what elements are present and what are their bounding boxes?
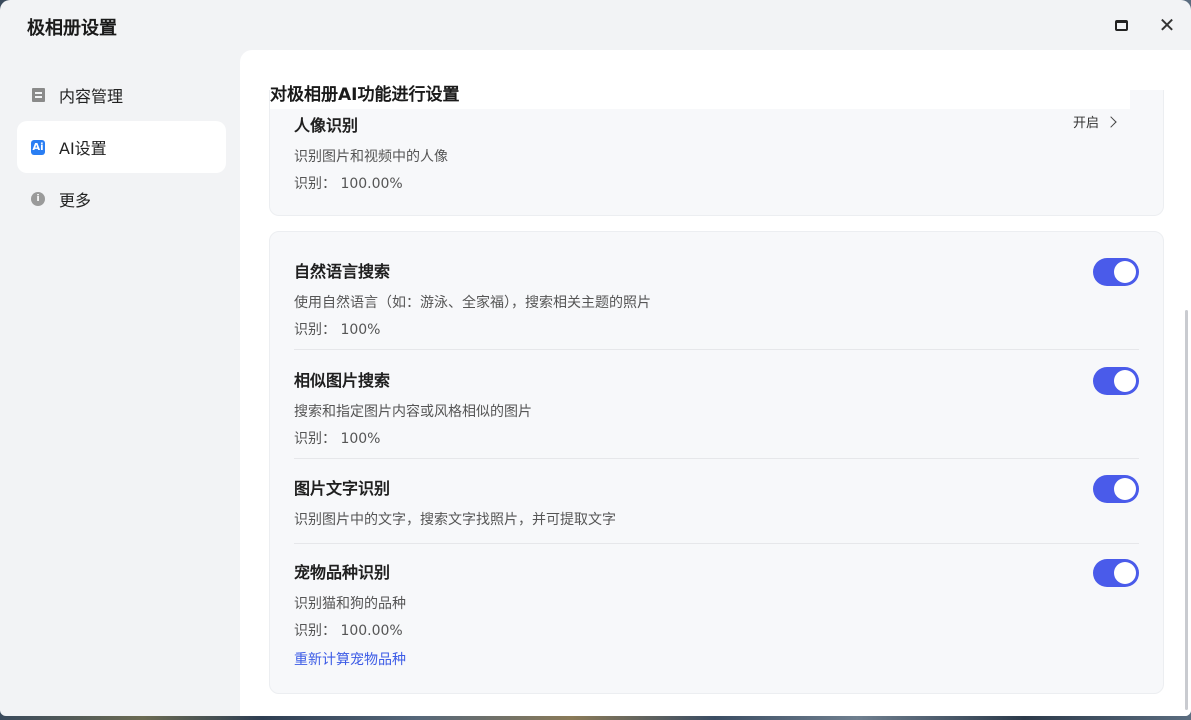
row-desc: 识别图片和视频中的人像 — [294, 149, 448, 165]
feature-row-similar-image: 相似图片搜索 搜索和指定图片内容或风格相似的图片 识别： 100% — [294, 367, 1139, 448]
divider — [294, 349, 1139, 350]
row-desc: 识别猫和狗的品种 — [294, 596, 406, 612]
title-bar: 极相册设置 ✕ — [0, 0, 1191, 50]
open-label: 开启 — [1072, 116, 1099, 131]
feature-row-natural-language: 自然语言搜索 使用自然语言（如：游泳、全家福），搜索相关主题的照片 识别： 10… — [294, 258, 1139, 339]
ai-icon: Ai — [31, 139, 45, 155]
close-icon: ✕ — [1158, 13, 1176, 37]
main-panel: 人像识别 识别图片和视频中的人像 识别： 100.00% 开启 对极相册AI功能… — [240, 50, 1191, 716]
features-card: 自然语言搜索 使用自然语言（如：游泳、全家福），搜索相关主题的照片 识别： 10… — [269, 231, 1164, 694]
settings-window: 极相册设置 ✕ 内容管理 Ai AI设置 i 更多 人像识别 识别图片和视频中的… — [0, 0, 1191, 716]
row-stat: 识别： 100.00% — [294, 176, 403, 192]
row-title: 宠物品种识别 — [294, 563, 391, 582]
row-title: 图片文字识别 — [294, 479, 391, 498]
feature-row-pet-breed: 宠物品种识别 识别猫和狗的品种 识别： 100.00% 重新计算宠物品种 — [294, 559, 1139, 669]
sidebar: 内容管理 Ai AI设置 i 更多 — [0, 50, 240, 716]
chevron-right-icon — [1105, 115, 1117, 128]
divider — [294, 458, 1139, 459]
recalculate-pet-breed-link[interactable]: 重新计算宠物品种 — [294, 649, 1139, 669]
info-icon: i — [31, 192, 45, 206]
row-stat: 识别： 100% — [294, 431, 381, 447]
portrait-open-link[interactable]: 开启 — [1072, 112, 1117, 131]
sidebar-item-ai-settings[interactable]: Ai AI设置 — [17, 121, 226, 173]
page-title: 对极相册AI功能进行设置 — [270, 80, 1130, 109]
similar-image-toggle[interactable] — [1093, 367, 1139, 395]
sidebar-item-label: 更多 — [59, 191, 92, 210]
divider — [294, 543, 1139, 544]
row-title: 自然语言搜索 — [294, 262, 391, 281]
maximize-button[interactable] — [1108, 12, 1134, 38]
sidebar-item-label: AI设置 — [59, 139, 107, 158]
row-desc: 识别图片中的文字，搜索文字找照片，并可提取文字 — [294, 512, 616, 528]
row-desc: 使用自然语言（如：游泳、全家福），搜索相关主题的照片 — [294, 295, 651, 311]
row-stat: 识别： 100.00% — [294, 623, 403, 639]
ocr-toggle[interactable] — [1093, 475, 1139, 503]
close-button[interactable]: ✕ — [1154, 12, 1180, 38]
sidebar-item-more[interactable]: i 更多 — [17, 173, 226, 225]
scrollbar[interactable] — [1185, 310, 1188, 710]
maximize-icon — [1114, 19, 1128, 31]
row-desc: 搜索和指定图片内容或风格相似的图片 — [294, 404, 532, 420]
window-title: 极相册设置 — [27, 18, 117, 39]
sidebar-item-content-management[interactable]: 内容管理 — [17, 69, 226, 121]
pet-breed-toggle[interactable] — [1093, 559, 1139, 587]
sidebar-item-label: 内容管理 — [59, 87, 124, 106]
row-title: 相似图片搜索 — [294, 371, 391, 390]
row-title: 人像识别 — [294, 116, 359, 135]
document-icon — [31, 88, 45, 102]
row-stat: 识别： 100% — [294, 322, 381, 338]
feature-row-ocr: 图片文字识别 识别图片中的文字，搜索文字找照片，并可提取文字 — [294, 475, 1139, 529]
natural-language-toggle[interactable] — [1093, 258, 1139, 286]
portrait-row: 人像识别 识别图片和视频中的人像 识别： 100.00% 开启 — [294, 112, 1139, 193]
